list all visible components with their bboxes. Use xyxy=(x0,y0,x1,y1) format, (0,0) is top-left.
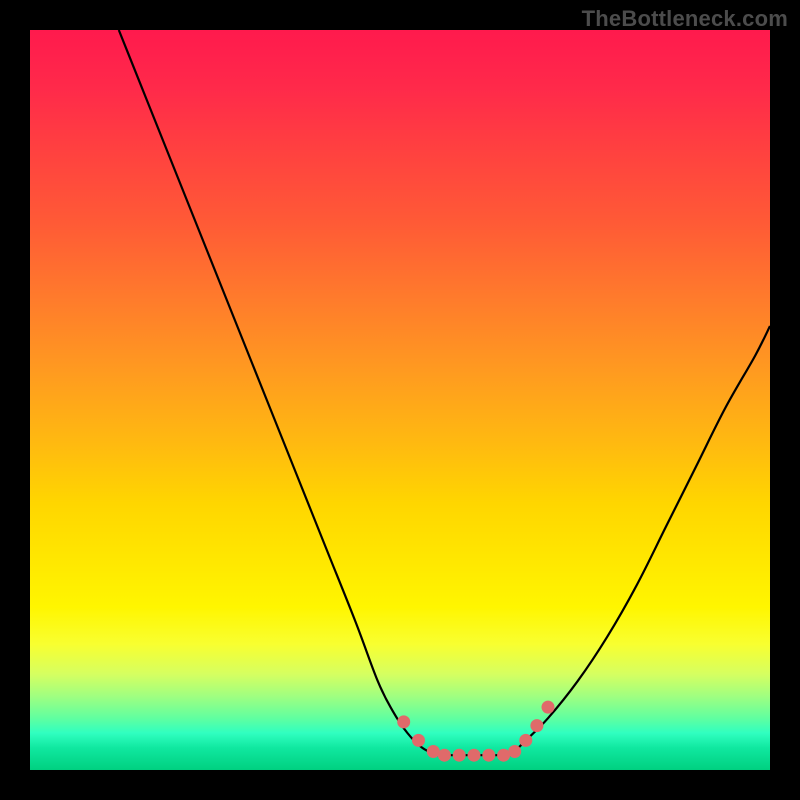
right-curve xyxy=(511,326,770,755)
data-point xyxy=(397,715,410,728)
data-point xyxy=(508,745,521,758)
data-points xyxy=(397,701,554,762)
data-point xyxy=(542,701,555,714)
data-point xyxy=(519,734,532,747)
data-point xyxy=(468,749,481,762)
data-point xyxy=(412,734,425,747)
left-curve xyxy=(119,30,437,755)
plot-area xyxy=(30,30,770,770)
watermark-text: TheBottleneck.com xyxy=(582,6,788,32)
data-point xyxy=(427,745,440,758)
data-point xyxy=(453,749,466,762)
data-point xyxy=(438,749,451,762)
chart-svg xyxy=(30,30,770,770)
data-point xyxy=(482,749,495,762)
chart-frame: TheBottleneck.com xyxy=(0,0,800,800)
data-point xyxy=(530,719,543,732)
data-point xyxy=(497,749,510,762)
